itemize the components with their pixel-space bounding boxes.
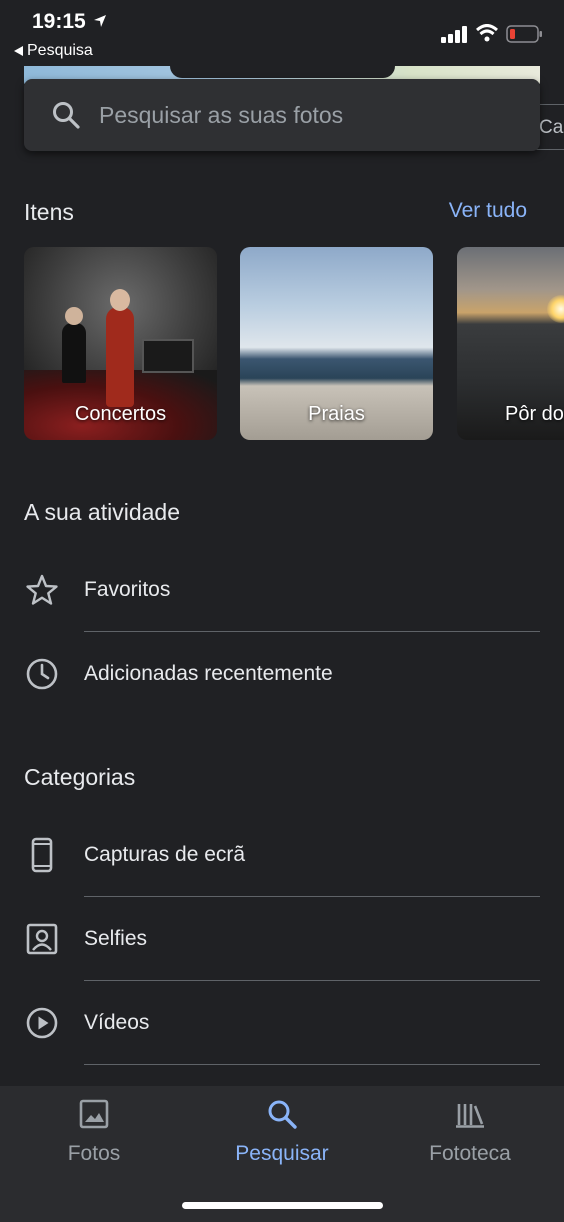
back-link-label: Pesquisa xyxy=(27,42,93,59)
item-card-beaches[interactable]: Praias xyxy=(240,247,433,440)
row-label: Selfies xyxy=(84,927,148,950)
sun-shape xyxy=(547,295,564,323)
see-all-link[interactable]: Ver tudo xyxy=(449,199,527,223)
wifi-icon xyxy=(476,24,498,42)
search-icon xyxy=(268,1100,297,1129)
categories-section-title: Categorias xyxy=(24,764,136,790)
category-row-videos[interactable]: Vídeos xyxy=(0,981,564,1065)
performer-body xyxy=(62,323,86,383)
home-indicator[interactable] xyxy=(182,1202,383,1209)
map-overlay-pill xyxy=(170,66,395,78)
search-bar[interactable] xyxy=(24,79,540,151)
nav-tab-photos[interactable]: Fotos xyxy=(0,1086,188,1186)
card-label: Praias xyxy=(308,403,365,425)
nav-label: Pesquisar xyxy=(235,1142,329,1165)
row-label: Adicionadas recentemente xyxy=(84,662,333,685)
battery-icon xyxy=(506,25,542,43)
back-to-search-link[interactable]: Pesquisa xyxy=(14,42,93,60)
category-row-screenshots[interactable]: Capturas de ecrã xyxy=(0,813,564,897)
search-icon xyxy=(53,102,80,129)
back-triangle-icon xyxy=(14,46,23,56)
row-label: Vídeos xyxy=(84,1011,150,1034)
phone-icon xyxy=(31,837,53,873)
portrait-icon xyxy=(26,923,58,955)
row-label: Favoritos xyxy=(84,578,171,601)
status-bar: 19:15 Pesquisa xyxy=(0,0,564,66)
nav-label: Fototeca xyxy=(429,1142,511,1165)
divider xyxy=(84,1064,540,1065)
singer-head xyxy=(110,289,130,311)
activity-section-title: A sua atividade xyxy=(24,499,181,525)
items-carousel: Concertos Praias Pôr do xyxy=(24,247,564,440)
items-section-title: Itens xyxy=(24,199,74,225)
card-label: Pôr do xyxy=(505,403,564,425)
row-label: Capturas de ecrã xyxy=(84,843,246,866)
card-label: Concertos xyxy=(74,403,167,425)
clock-icon xyxy=(26,658,58,690)
nav-label: Fotos xyxy=(67,1142,121,1165)
category-row-selfies[interactable]: Selfies xyxy=(0,897,564,981)
star-icon xyxy=(26,574,58,605)
nav-tab-search[interactable]: Pesquisar xyxy=(188,1086,376,1186)
status-time: 19:15 xyxy=(32,10,86,33)
activity-row-recently-added[interactable]: Adicionadas recentemente xyxy=(0,632,564,716)
image-icon xyxy=(79,1099,109,1129)
library-icon xyxy=(456,1104,484,1128)
performer-head xyxy=(65,307,83,325)
nav-tab-library[interactable]: Fototeca xyxy=(376,1086,564,1186)
activity-row-favorites[interactable]: Favoritos xyxy=(0,548,564,632)
instrument-shape xyxy=(142,339,194,373)
play-icon xyxy=(26,1007,58,1039)
item-card-concerts[interactable]: Concertos xyxy=(24,247,217,440)
singer-body xyxy=(106,307,134,407)
location-arrow-icon xyxy=(94,15,106,27)
cellular-signal-icon xyxy=(441,26,467,43)
search-input[interactable] xyxy=(99,101,499,129)
item-card-sunsets[interactable]: Pôr do xyxy=(457,247,564,440)
